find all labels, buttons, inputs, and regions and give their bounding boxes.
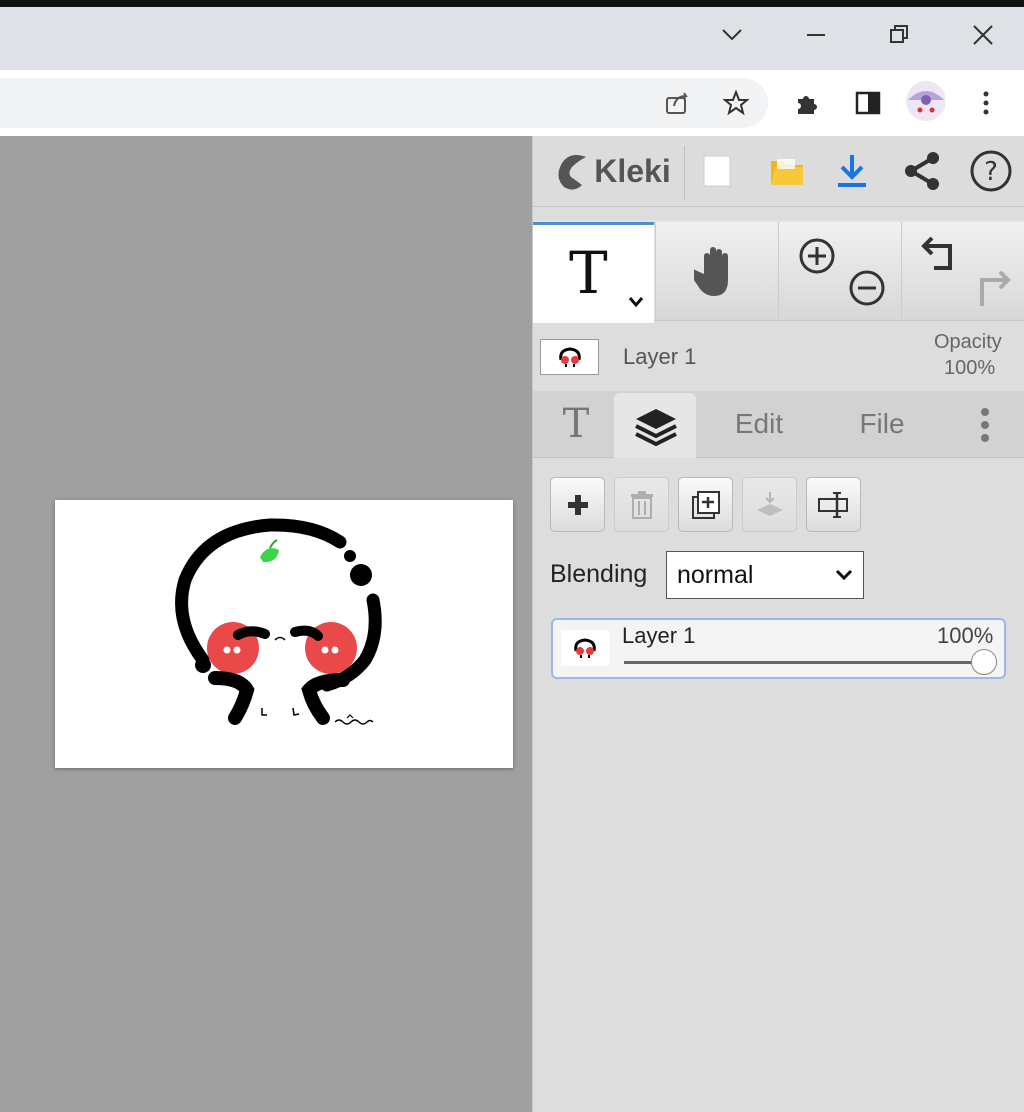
hand-tool-button[interactable] xyxy=(655,222,778,320)
merge-down-icon xyxy=(756,491,783,516)
download-button[interactable] xyxy=(822,140,882,202)
layers-icon xyxy=(635,409,677,447)
zoom-tools xyxy=(778,222,901,320)
layer-item-thumbnail xyxy=(561,630,609,666)
current-layer-name: Layer 1 xyxy=(623,344,697,369)
minimize-icon xyxy=(807,34,825,36)
minimize-button[interactable] xyxy=(788,7,844,63)
text-tool-glyph: T xyxy=(569,239,608,307)
kleki-logo[interactable]: Kleki xyxy=(543,140,680,202)
redo-icon[interactable] xyxy=(972,268,1014,310)
blending-label: Blending xyxy=(550,560,648,588)
opacity-label: Opacity xyxy=(934,331,1002,353)
tab-text[interactable]: T xyxy=(546,391,606,457)
text-tool-button[interactable]: T xyxy=(533,222,654,323)
extensions-button[interactable] xyxy=(788,83,828,123)
tab-file[interactable]: File xyxy=(836,391,928,457)
tab-search-button[interactable] xyxy=(704,7,760,63)
duplicate-icon xyxy=(691,490,720,519)
opacity-value: 100% xyxy=(944,357,996,379)
share-icon xyxy=(666,92,688,114)
blending-value: normal xyxy=(677,560,754,589)
restore-icon xyxy=(890,25,908,43)
rename-icon xyxy=(817,491,848,518)
duplicate-layer-button[interactable] xyxy=(678,477,733,532)
svg-text:?: ? xyxy=(984,157,998,187)
trash-icon xyxy=(630,490,653,519)
bookmark-button[interactable] xyxy=(716,83,756,123)
help-icon: ? xyxy=(970,150,1012,192)
tab-edit[interactable]: Edit xyxy=(710,391,808,457)
kleki-app-name: Kleki xyxy=(594,152,671,189)
chevron-down-icon[interactable] xyxy=(627,295,645,309)
zoom-out-icon[interactable] xyxy=(847,268,887,308)
star-icon xyxy=(723,90,749,116)
undo-redo-tools xyxy=(901,222,1024,320)
browser-menu-button[interactable] xyxy=(966,83,1006,123)
zoom-in-icon[interactable] xyxy=(797,236,837,276)
kebab-menu-icon xyxy=(983,91,989,115)
layer-thumbnail xyxy=(540,339,599,375)
share-button[interactable] xyxy=(892,140,952,202)
close-button[interactable] xyxy=(955,7,1011,63)
layer-item-name: Layer 1 xyxy=(622,623,696,648)
blank-page-icon xyxy=(703,155,731,187)
blending-select[interactable]: normal xyxy=(666,551,864,599)
drawing-artwork xyxy=(175,518,382,725)
download-icon xyxy=(838,155,866,187)
profile-avatar-icon xyxy=(906,81,945,121)
open-image-button[interactable] xyxy=(758,140,816,202)
drawing-canvas[interactable] xyxy=(55,500,513,768)
tab-layers[interactable] xyxy=(614,393,696,458)
layer-opacity-slider-fill xyxy=(624,661,984,664)
hand-icon xyxy=(694,247,728,296)
share-nodes-icon xyxy=(905,152,939,190)
delete-layer-button[interactable] xyxy=(614,477,669,532)
layer-item-opacity: 100% xyxy=(937,623,994,648)
address-bar[interactable] xyxy=(0,78,768,128)
tab-more-button[interactable] xyxy=(970,405,1000,445)
layer-item-thumbnail-art xyxy=(574,638,596,658)
header-divider xyxy=(684,146,685,200)
help-button[interactable]: ? xyxy=(962,140,1020,202)
kleki-logo-icon xyxy=(558,155,587,190)
sidepanel-icon xyxy=(855,91,881,115)
chevron-down-icon xyxy=(722,29,742,41)
layer-list-item[interactable]: Layer 1 100% xyxy=(551,618,1006,679)
puzzle-icon xyxy=(798,96,817,114)
share-page-button[interactable] xyxy=(658,83,698,123)
plus-icon xyxy=(567,494,588,515)
restore-button[interactable] xyxy=(871,7,927,63)
profile-button[interactable] xyxy=(905,81,945,121)
add-layer-button[interactable] xyxy=(550,477,605,532)
window-top-border xyxy=(0,0,1024,7)
rename-layer-button[interactable] xyxy=(806,477,861,532)
layer-opacity-slider-knob[interactable] xyxy=(971,649,997,675)
new-image-button[interactable] xyxy=(688,140,746,202)
side-panel-button[interactable] xyxy=(848,83,888,123)
kebab-menu-icon xyxy=(981,408,989,442)
close-icon xyxy=(973,25,993,45)
chevron-down-icon xyxy=(835,569,853,581)
folder-icon xyxy=(771,159,803,185)
undo-icon[interactable] xyxy=(920,234,962,276)
merge-layer-button[interactable] xyxy=(742,477,797,532)
layer-thumbnail-art xyxy=(558,347,581,367)
